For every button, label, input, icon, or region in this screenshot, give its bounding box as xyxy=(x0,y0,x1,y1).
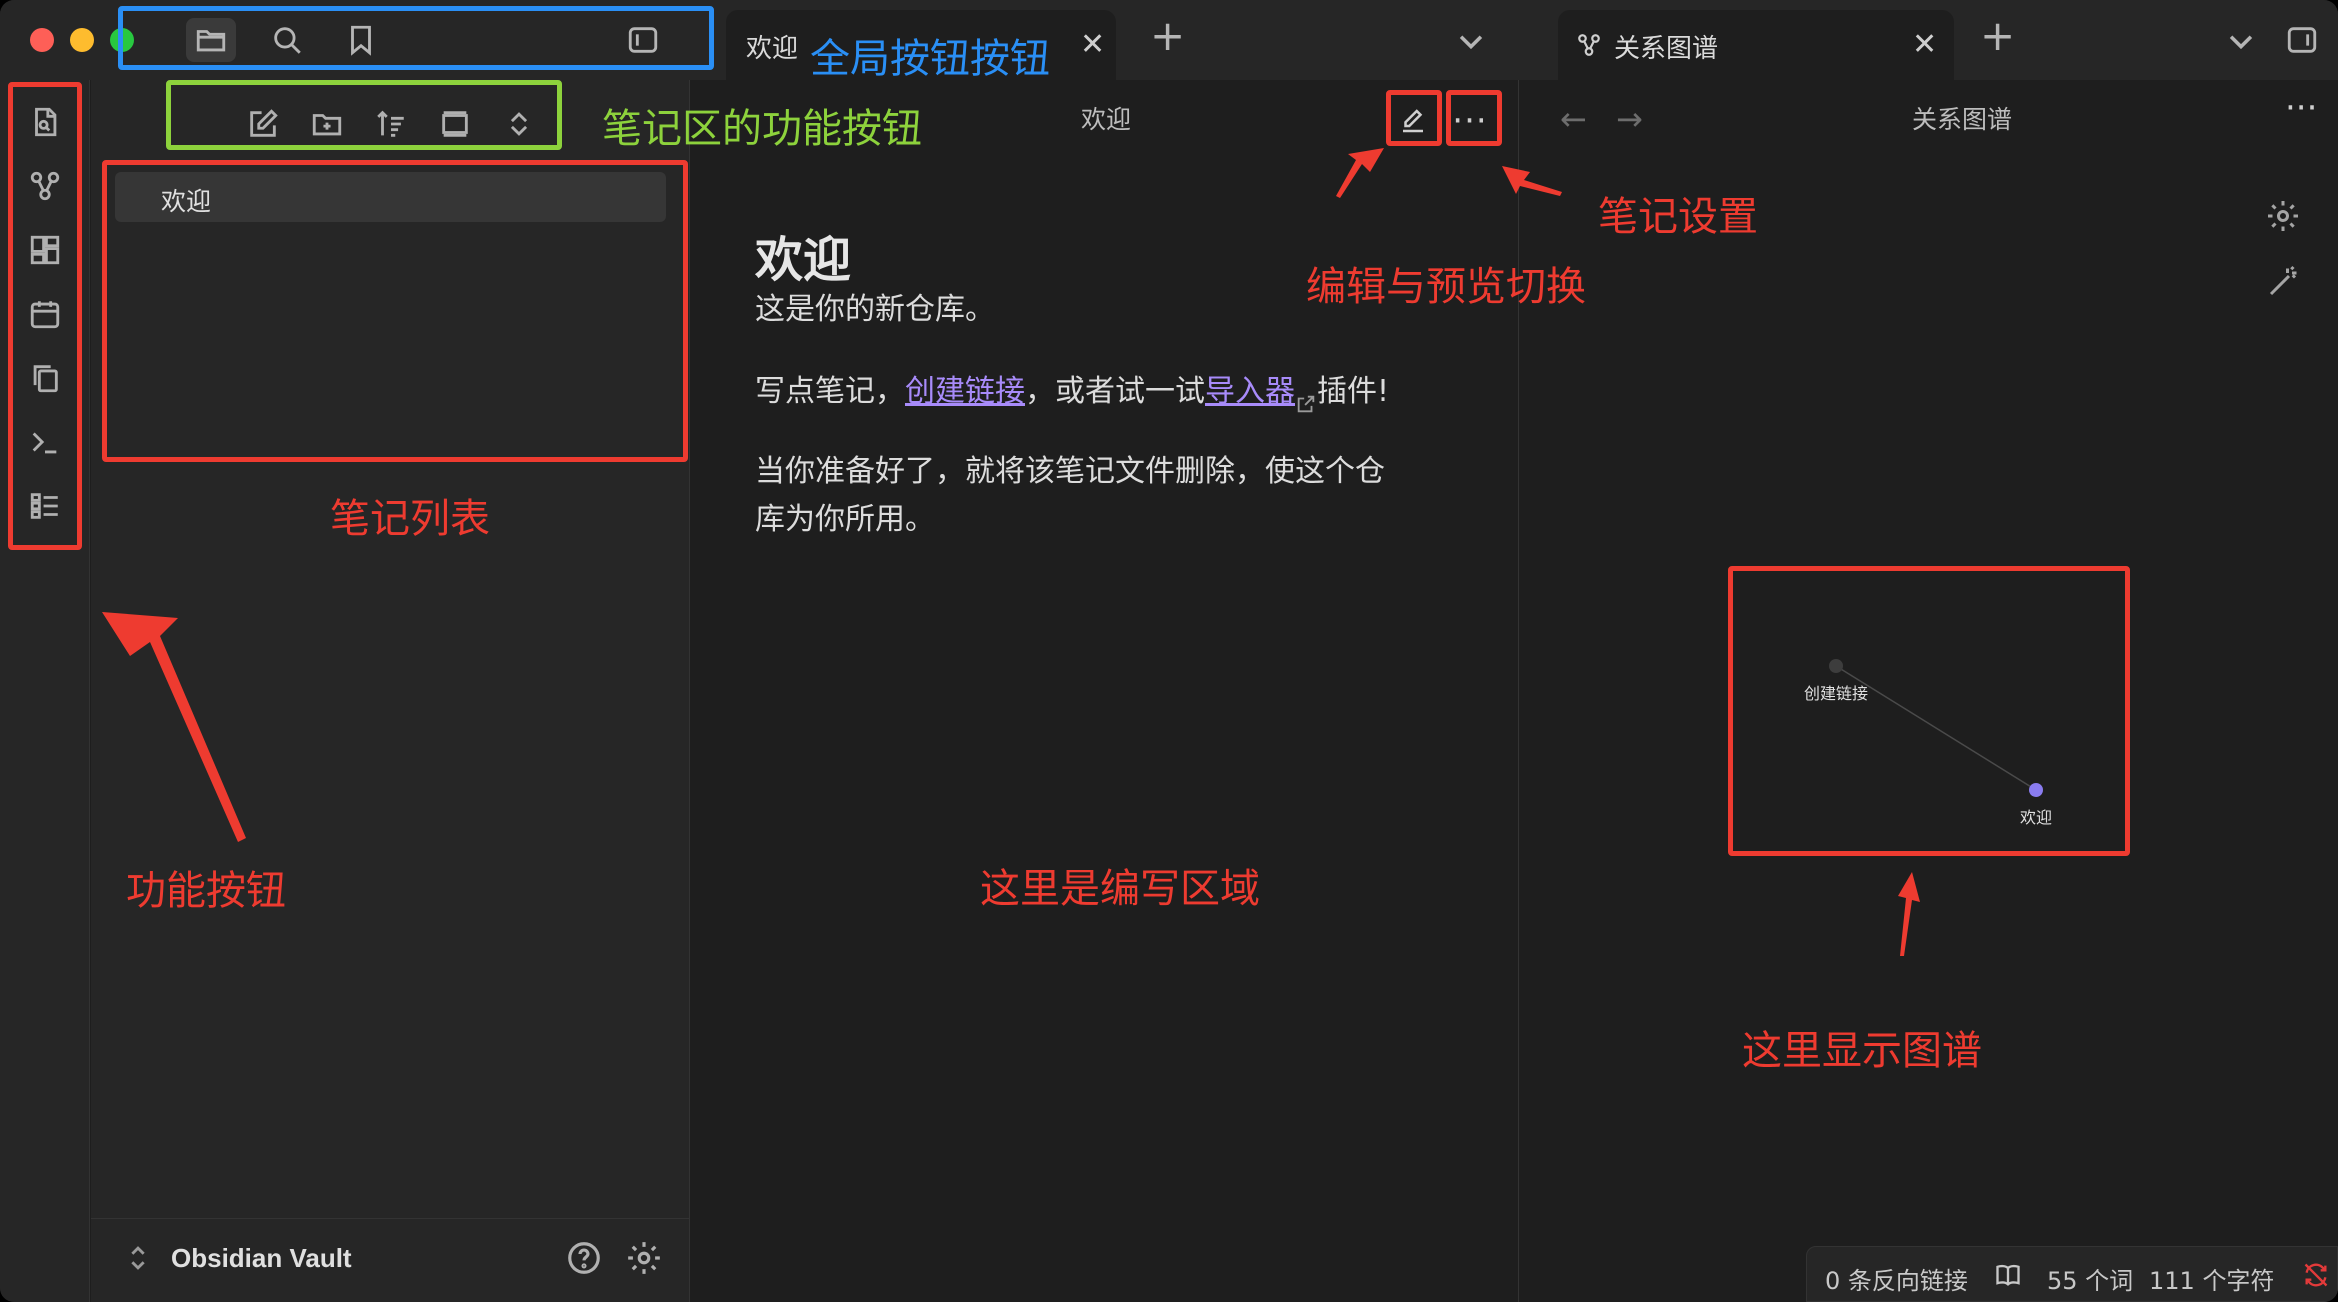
annotation-box-edit-toggle xyxy=(1386,90,1442,146)
annotation-box-note-buttons xyxy=(166,80,562,150)
tab-welcome-close-icon[interactable]: ✕ xyxy=(1080,30,1105,60)
note-header-title: 欢迎 xyxy=(1081,105,1132,134)
annotation-note-list: 笔记列表 xyxy=(330,496,490,542)
right-sidebar-toggle-icon[interactable] xyxy=(2280,18,2324,62)
note-paragraph-3: 当你准备好了，就将该笔记文件删除，使这个仓 库为你所用。 xyxy=(755,454,1385,537)
note-heading: 欢迎 xyxy=(755,232,852,288)
annotation-box-note-list xyxy=(102,160,688,462)
gear-icon[interactable] xyxy=(625,1239,665,1279)
sync-error-icon[interactable] xyxy=(2301,1261,2331,1289)
tab-graph-label: 关系图谱 xyxy=(1614,34,1719,64)
char-count: 111 个字符 xyxy=(2149,1267,2275,1295)
new-tab-button-right[interactable]: + xyxy=(1980,14,2015,58)
help-icon[interactable] xyxy=(565,1239,605,1279)
minimize-window-button[interactable] xyxy=(70,28,94,52)
tab-graph[interactable]: 关系图谱 ✕ xyxy=(1558,10,1954,80)
annotation-graph-here: 这里显示图谱 xyxy=(1742,1028,1982,1074)
annotation-box-global xyxy=(118,6,714,70)
new-tab-button[interactable]: + xyxy=(1150,14,1185,58)
annotation-writing-area: 这里是编写区域 xyxy=(980,866,1260,912)
graph-icon xyxy=(1578,34,1600,56)
vault-name[interactable]: Obsidian Vault xyxy=(171,1243,352,1274)
tab-welcome-label: 欢迎 xyxy=(746,34,799,64)
vault-switcher[interactable]: Obsidian Vault xyxy=(91,1218,690,1302)
annotation-note-area-buttons: 笔记区的功能按钮 xyxy=(602,106,922,152)
book-icon[interactable] xyxy=(1993,1261,2023,1289)
backlinks-count[interactable]: 0 条反向链接 xyxy=(1825,1261,1968,1296)
note-paragraph-2: 写点笔记，创建链接，或者试一试导入器 插件! xyxy=(755,374,1390,412)
chevron-down-icon[interactable] xyxy=(1454,24,1488,58)
annotation-function-buttons: 功能按钮 xyxy=(126,868,286,914)
annotation-note-settings: 笔记设置 xyxy=(1598,194,1758,240)
annotation-edit-preview: 编辑与预览切换 xyxy=(1306,264,1586,310)
annotation-global-buttons: 全局按钮按钮 xyxy=(810,36,1050,82)
external-link-icon xyxy=(1295,382,1317,412)
word-count: 55 个词 xyxy=(2047,1267,2134,1295)
close-window-button[interactable] xyxy=(30,28,54,52)
annotation-box-ribbon xyxy=(8,82,82,550)
status-bar: 0 条反向链接 55 个词 111 个字符 xyxy=(1806,1246,2338,1302)
external-link[interactable]: 导入器 xyxy=(1205,374,1295,409)
annotation-box-more xyxy=(1446,90,1502,146)
chevron-updown-icon[interactable] xyxy=(121,1241,155,1275)
tab-graph-close-icon[interactable]: ✕ xyxy=(1912,30,1937,60)
chevron-down-icon-right[interactable] xyxy=(2224,24,2258,58)
internal-link[interactable]: 创建链接 xyxy=(905,374,1025,409)
annotation-box-graph xyxy=(1728,566,2130,856)
